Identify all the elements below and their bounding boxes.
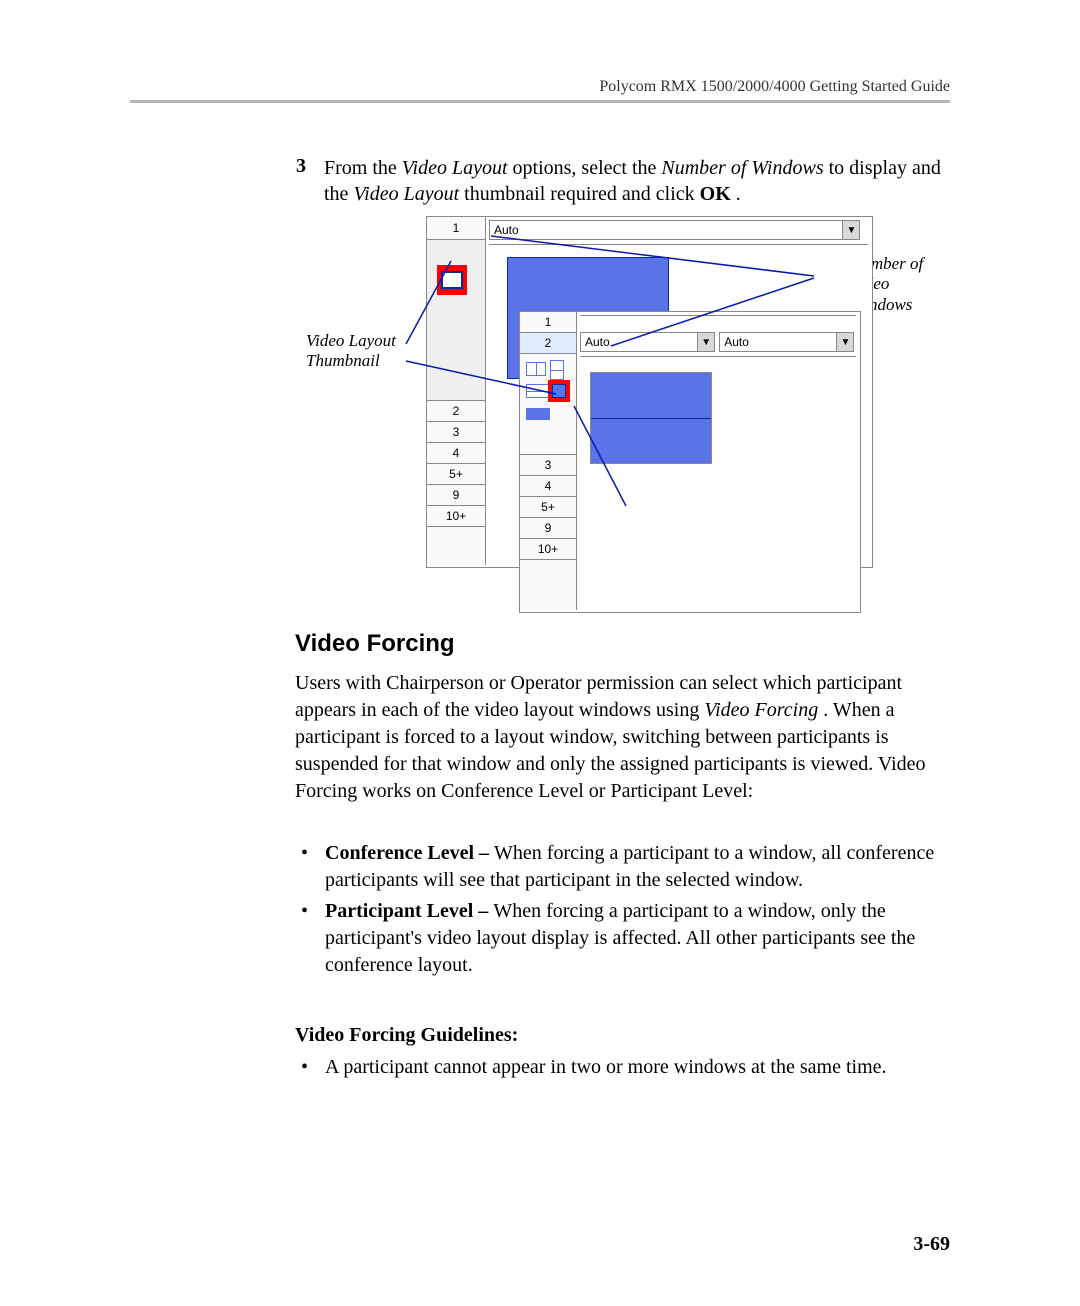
dropdown-value: Auto xyxy=(581,335,697,349)
chevron-down-icon[interactable]: ▼ xyxy=(836,333,853,351)
step-text: From the Video Layout options, select th… xyxy=(324,155,950,207)
t: . xyxy=(736,183,741,205)
bullet-list: A participant cannot appear in two or mo… xyxy=(295,1050,950,1081)
list-item[interactable]: 1 xyxy=(520,312,576,333)
list-item[interactable]: 9 xyxy=(427,485,485,506)
t: A participant cannot appear in two or mo… xyxy=(325,1056,887,1078)
layout-icon xyxy=(552,384,566,398)
list-item[interactable]: 4 xyxy=(427,443,485,464)
selected-layout-thumbnail[interactable] xyxy=(437,265,467,295)
list-item: Participant Level – When forcing a parti… xyxy=(295,898,950,979)
subhead-guidelines: Video Forcing Guidelines: xyxy=(295,1024,518,1047)
page: Polycom RMX 1500/2000/4000 Getting Start… xyxy=(0,0,1080,1306)
t: Participant Level – xyxy=(325,900,493,922)
heading-video-forcing: Video Forcing xyxy=(295,630,455,658)
front-preview-icon xyxy=(590,372,712,464)
front-panel: 1 2 3 4 5+ 9 10+ Auto ▼ xyxy=(519,311,861,613)
bullet-list: Conference Level – When forcing a partic… xyxy=(295,836,950,979)
t: thumbnail required and click xyxy=(464,183,699,205)
rule xyxy=(580,315,856,316)
preview-pane xyxy=(591,418,711,464)
list-item[interactable]: 3 xyxy=(520,455,576,476)
header-rule xyxy=(130,100,950,103)
list-item: A participant cannot appear in two or mo… xyxy=(295,1054,950,1081)
front-dropdown-row: Auto ▼ Auto ▼ xyxy=(580,332,856,357)
list-item[interactable]: 9 xyxy=(520,518,576,539)
chevron-down-icon[interactable]: ▼ xyxy=(697,333,714,351)
t: options, select the xyxy=(513,157,662,179)
layout-dropdown-b[interactable]: Auto ▼ xyxy=(719,332,854,352)
list-item[interactable]: 4 xyxy=(520,476,576,497)
front-thumbnail-area xyxy=(520,354,576,455)
layout-icon xyxy=(441,271,463,289)
layout-icon[interactable] xyxy=(526,408,550,420)
body-paragraph: Users with Chairperson or Operator permi… xyxy=(295,670,950,805)
list-item[interactable]: 2 xyxy=(427,401,485,422)
t: Number of Windows xyxy=(661,157,823,179)
list-item[interactable]: 10+ xyxy=(427,506,485,527)
list-item[interactable]: 5+ xyxy=(520,497,576,518)
layout-icon[interactable] xyxy=(550,360,564,380)
layout-icon[interactable] xyxy=(526,384,550,398)
t: OK xyxy=(700,183,731,205)
back-windows-list: 1 2 3 4 5+ 9 10+ xyxy=(427,217,486,565)
back-thumbnail-area xyxy=(427,240,485,401)
selected-layout-thumbnail[interactable] xyxy=(548,380,570,402)
dropdown-value: Auto xyxy=(720,335,836,349)
windows-dropdown[interactable]: Auto ▼ xyxy=(489,220,860,240)
back-rows: 2 3 4 5+ 9 10+ xyxy=(427,401,485,527)
t: Video Layout xyxy=(402,157,508,179)
preview-pane xyxy=(591,373,711,418)
t: Video Layout xyxy=(353,183,459,205)
t: Video Forcing xyxy=(704,699,818,721)
layout-icon[interactable] xyxy=(526,362,546,376)
t: From the xyxy=(324,157,402,179)
list-item[interactable]: 10+ xyxy=(520,539,576,560)
callout-video-layout-thumbnail: Video Layout Thumbnail xyxy=(306,331,406,372)
layout-dropdown-a[interactable]: Auto ▼ xyxy=(580,332,715,352)
page-number: 3-69 xyxy=(913,1233,950,1256)
figure: Video Layout Thumbnail Number of Video W… xyxy=(306,216,951,611)
list-item[interactable]: 5+ xyxy=(427,464,485,485)
front-windows-list: 1 2 3 4 5+ 9 10+ xyxy=(520,312,577,610)
t: Conference Level – xyxy=(325,842,494,864)
back-dropdown-row: Auto ▼ xyxy=(489,220,868,245)
step-number: 3 xyxy=(296,155,306,178)
chevron-down-icon[interactable]: ▼ xyxy=(842,221,859,239)
running-head: Polycom RMX 1500/2000/4000 Getting Start… xyxy=(599,78,950,96)
list-item: Conference Level – When forcing a partic… xyxy=(295,840,950,894)
list-item[interactable]: 1 xyxy=(427,217,485,240)
list-item[interactable]: 3 xyxy=(427,422,485,443)
dropdown-value: Auto xyxy=(490,223,842,237)
list-item-selected[interactable]: 2 xyxy=(520,333,576,354)
